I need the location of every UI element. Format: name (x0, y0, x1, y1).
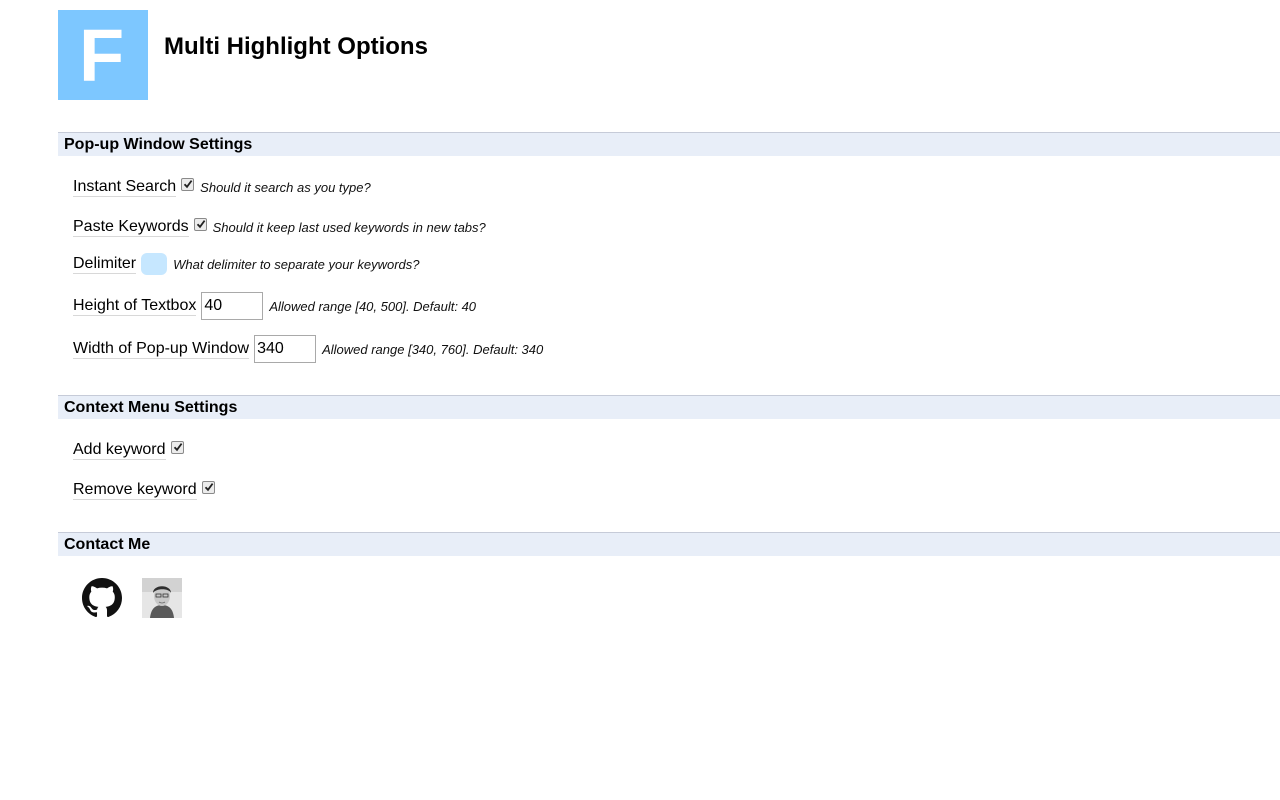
checkmark-icon (173, 442, 182, 451)
remove-keyword-checkbox[interactable] (201, 480, 215, 494)
avatar-photo (142, 578, 182, 618)
section-header-context-menu: Context Menu Settings (58, 395, 1280, 419)
delimiter-hint: What delimiter to separate your keywords… (173, 256, 420, 272)
popup-width-label[interactable]: Width of Pop-up Window (73, 339, 250, 359)
remove-keyword-row: Remove keyword (73, 480, 215, 500)
author-avatar-link[interactable] (142, 578, 182, 618)
delimiter-label[interactable]: Delimiter (73, 254, 137, 274)
textbox-height-label[interactable]: Height of Textbox (73, 296, 197, 316)
popup-width-input[interactable]: 340 (254, 335, 317, 363)
paste-keywords-checkbox[interactable] (193, 217, 207, 231)
logo-letter: F (79, 14, 125, 97)
checkmark-icon (196, 219, 205, 228)
textbox-height-row: Height of Textbox 40 Allowed range [40, … (73, 292, 476, 320)
contact-links (82, 578, 182, 618)
section-header-contact: Contact Me (58, 532, 1280, 556)
textbox-height-hint: Allowed range [40, 500]. Default: 40 (269, 298, 477, 314)
popup-width-hint: Allowed range [340, 760]. Default: 340 (322, 341, 544, 357)
add-keyword-row: Add keyword (73, 440, 184, 460)
paste-keywords-hint: Should it keep last used keywords in new… (212, 219, 486, 235)
remove-keyword-label[interactable]: Remove keyword (73, 480, 197, 500)
instant-search-row: Instant Search Should it search as you t… (73, 177, 371, 197)
popup-width-row: Width of Pop-up Window 340 Allowed range… (73, 335, 543, 363)
github-icon (82, 578, 122, 618)
paste-keywords-label[interactable]: Paste Keywords (73, 217, 189, 237)
add-keyword-label[interactable]: Add keyword (73, 440, 166, 460)
instant-search-label[interactable]: Instant Search (73, 177, 177, 197)
add-keyword-checkbox[interactable] (170, 440, 184, 454)
page-title: Multi Highlight Options (164, 32, 428, 60)
delimiter-input[interactable] (141, 253, 168, 275)
github-link[interactable] (82, 578, 122, 618)
instant-search-hint: Should it search as you type? (200, 179, 371, 195)
textbox-height-input[interactable]: 40 (201, 292, 264, 320)
options-page: F Multi Highlight Options Pop-up Window … (0, 0, 1280, 800)
paste-keywords-row: Paste Keywords Should it keep last used … (73, 217, 486, 237)
checkmark-icon (184, 179, 193, 188)
delimiter-row: Delimiter What delimiter to separate you… (73, 253, 420, 275)
checkmark-icon (204, 482, 213, 491)
page-header: F Multi Highlight Options (58, 10, 428, 100)
section-header-popup: Pop-up Window Settings (58, 132, 1280, 156)
instant-search-checkbox[interactable] (181, 177, 195, 191)
app-logo: F (58, 10, 148, 100)
